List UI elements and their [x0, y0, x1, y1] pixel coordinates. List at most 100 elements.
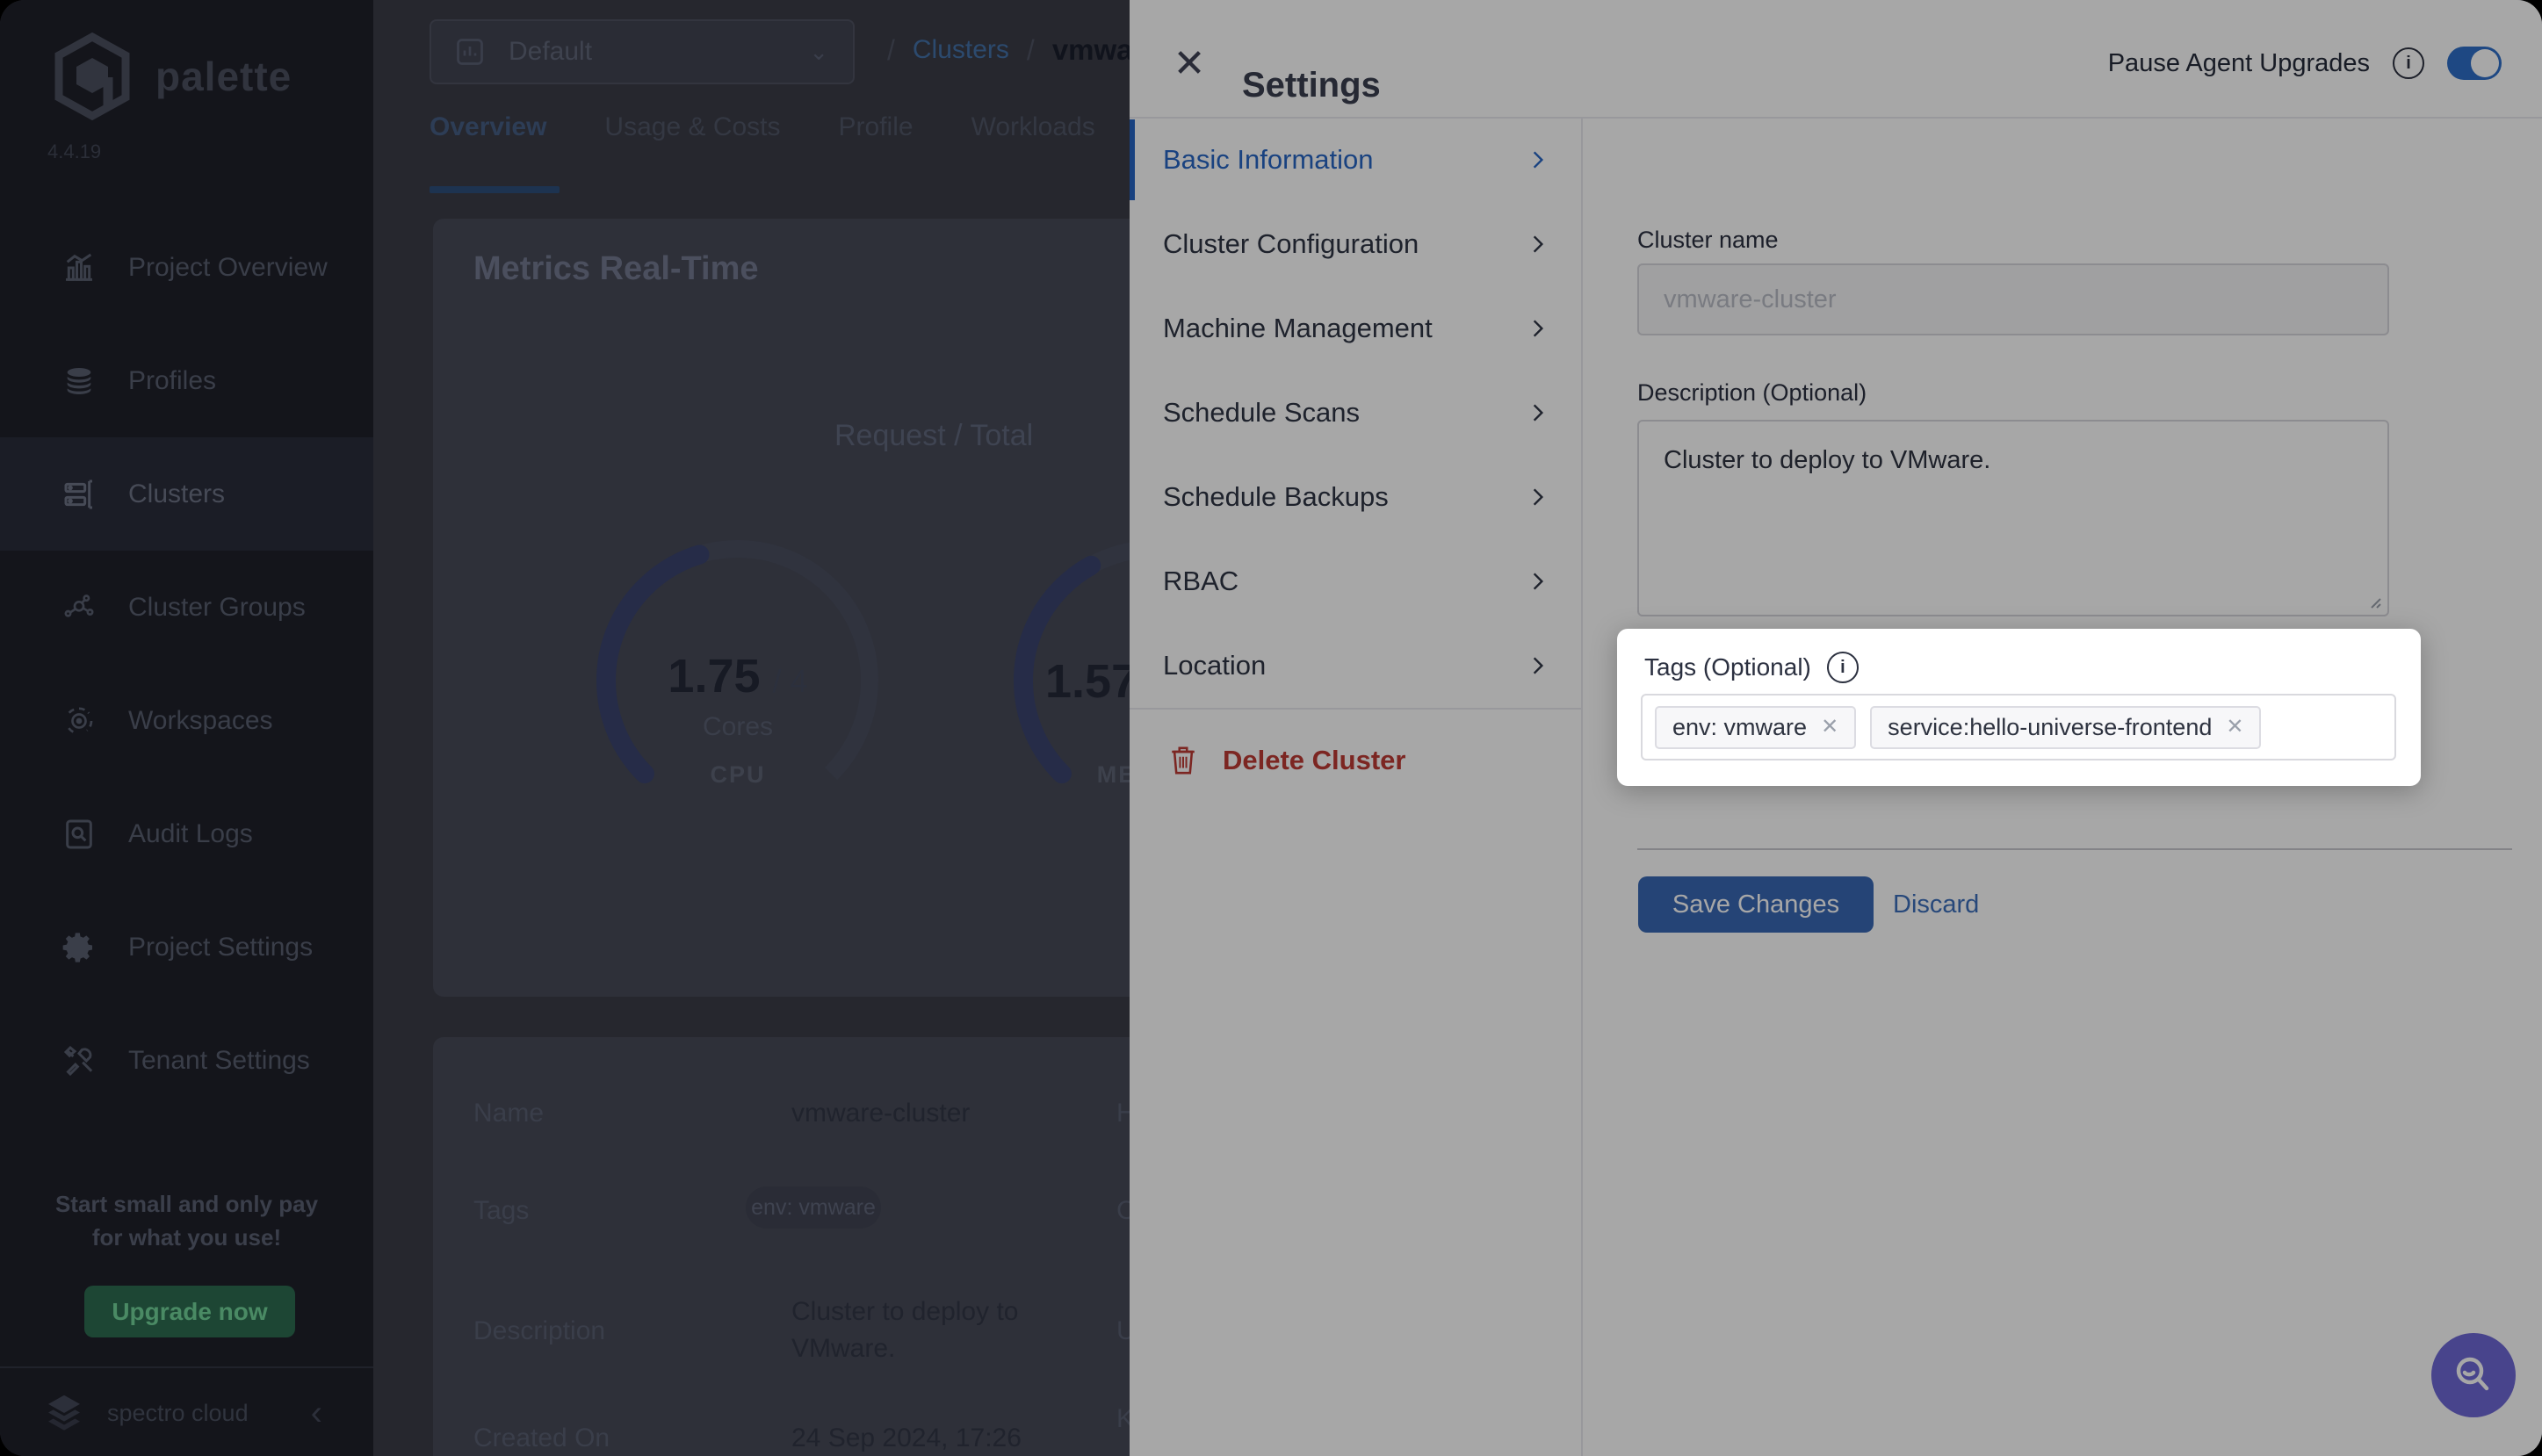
app-version: 4.4.19: [47, 141, 101, 163]
cpu-total: / 4: [773, 663, 808, 700]
tab-usage-costs[interactable]: Usage & Costs: [604, 112, 780, 151]
tag-text: env: vmware: [1672, 714, 1807, 741]
sidebar-item-label: Clusters: [128, 479, 225, 509]
sidebar-item-label: Cluster Groups: [128, 593, 306, 623]
pause-agent-upgrades-row: Pause Agent Upgrades i: [2108, 40, 2502, 86]
project-overview-icon: [61, 250, 97, 285]
sidebar-item-profiles[interactable]: Profiles: [0, 324, 373, 437]
breadcrumb-separator: /: [1027, 34, 1035, 67]
save-changes-button[interactable]: Save Changes: [1638, 876, 1874, 933]
tags-input[interactable]: env: vmware ✕ service:hello-universe-fro…: [1641, 694, 2396, 760]
sidebar-item-project-overview[interactable]: Project Overview: [0, 211, 373, 324]
description-label: Description (Optional): [1637, 379, 1867, 407]
sidebar-item-cluster-groups[interactable]: Cluster Groups: [0, 551, 373, 664]
sidebar-item-workspaces[interactable]: Workspaces: [0, 664, 373, 777]
app-window: palette 4.4.19 Project Overview Profiles…: [0, 0, 2542, 1456]
project-icon: [454, 36, 486, 68]
help-search-fab[interactable]: [2431, 1333, 2516, 1417]
description-textarea[interactable]: Cluster to deploy to VMware.: [1637, 420, 2389, 616]
sidebar-item-audit-logs[interactable]: Audit Logs: [0, 777, 373, 890]
metrics-legend: Request / Total: [834, 419, 1033, 453]
menu-item-schedule-scans[interactable]: Schedule Scans: [1130, 371, 1581, 455]
info-name-value: vmware-cluster: [791, 1099, 970, 1128]
sidebar-item-clusters[interactable]: Clusters: [0, 437, 373, 551]
tag-text: service:hello-universe-frontend: [1888, 714, 2212, 741]
form-divider: [1637, 848, 2512, 850]
chevron-right-icon: [1527, 148, 1549, 171]
spectro-cloud-brand: spectro cloud: [107, 1400, 249, 1427]
remove-tag-icon[interactable]: ✕: [1821, 717, 1838, 738]
menu-section-divider: [1130, 708, 1581, 710]
settings-menu: Basic Information Cluster Configuration …: [1130, 118, 1581, 708]
delete-cluster-label: Delete Cluster: [1223, 745, 1405, 776]
metrics-realtime-card: Metrics Real-Time Request / Total 1.75 /…: [433, 219, 1241, 997]
resize-handle-icon[interactable]: [2366, 594, 2382, 609]
toggle-knob: [2471, 49, 2499, 77]
audit-logs-icon: [61, 817, 97, 852]
brand-name: palette: [155, 53, 292, 100]
info-icon[interactable]: i: [1827, 652, 1859, 683]
menu-item-location[interactable]: Location: [1130, 623, 1581, 708]
project-selector[interactable]: Default ⌄: [430, 19, 855, 84]
info-created-label: Created On: [473, 1424, 610, 1453]
menu-item-schedule-backups[interactable]: Schedule Backups: [1130, 455, 1581, 539]
info-name-label: Name: [473, 1099, 544, 1128]
upgrade-now-button[interactable]: Upgrade now: [84, 1286, 295, 1337]
info-description-line1: Cluster to deploy to: [791, 1297, 1018, 1327]
tab-overview[interactable]: Overview: [430, 112, 546, 151]
chevron-right-icon: [1527, 317, 1549, 340]
chevron-right-icon: [1527, 401, 1549, 424]
tab-profile[interactable]: Profile: [839, 112, 914, 151]
sidebar: palette 4.4.19 Project Overview Profiles…: [0, 0, 373, 1456]
pause-agent-upgrades-toggle[interactable]: [2447, 47, 2502, 80]
sidebar-footer: spectro cloud ‹: [0, 1366, 373, 1456]
cluster-info-card: Name vmware-cluster Tags Description Clu…: [433, 1037, 1241, 1456]
clusters-icon: [61, 477, 97, 512]
delete-cluster-button[interactable]: Delete Cluster: [1168, 731, 1405, 790]
info-icon[interactable]: i: [2393, 47, 2424, 79]
promo-line2: for what you use!: [0, 1221, 373, 1254]
sidebar-item-tenant-settings[interactable]: Tenant Settings: [0, 1004, 373, 1117]
sidebar-nav: Project Overview Profiles Clusters Clust…: [0, 211, 373, 1117]
chevron-right-icon: [1527, 486, 1549, 508]
cpu-value: 1.75: [668, 649, 760, 703]
breadcrumb-clusters-link[interactable]: Clusters: [913, 35, 1009, 65]
remove-tag-icon[interactable]: ✕: [2226, 717, 2243, 738]
chevron-down-icon: ⌄: [809, 39, 828, 66]
project-name: Default: [509, 37, 592, 67]
settings-title: Settings: [1242, 66, 1381, 105]
breadcrumb-separator: /: [887, 34, 895, 67]
memory-value: 1.57: [1045, 654, 1133, 709]
tab-workloads[interactable]: Workloads: [971, 112, 1095, 151]
close-icon[interactable]: ✕: [1165, 39, 1214, 88]
sidebar-item-label: Tenant Settings: [128, 1046, 310, 1076]
brand-logo: palette: [48, 32, 292, 121]
chevron-right-icon: [1527, 570, 1549, 593]
menu-divider-vertical: [1581, 119, 1583, 1456]
profiles-icon: [61, 364, 97, 399]
menu-item-rbac[interactable]: RBAC: [1130, 539, 1581, 623]
cluster-name-input[interactable]: [1637, 263, 2389, 335]
menu-item-cluster-configuration[interactable]: Cluster Configuration: [1130, 202, 1581, 286]
info-tags-label: Tags: [473, 1196, 529, 1226]
metrics-title: Metrics Real-Time: [473, 250, 759, 288]
upgrade-promo: Start small and only pay for what you us…: [0, 1187, 373, 1254]
cpu-label: CPU: [580, 761, 896, 789]
cpu-gauge-value: 1.75 / 4: [580, 649, 896, 707]
cpu-unit: Cores: [580, 712, 896, 742]
sidebar-item-project-settings[interactable]: Project Settings: [0, 890, 373, 1004]
trash-icon: [1168, 744, 1198, 777]
info-created-value: 24 Sep 2024, 17:26: [791, 1424, 1022, 1453]
menu-item-machine-management[interactable]: Machine Management: [1130, 286, 1581, 371]
tags-label: Tags (Optional): [1644, 653, 1811, 681]
info-description-line2: VMware.: [791, 1334, 895, 1364]
sidebar-item-label: Workspaces: [128, 706, 273, 736]
sidebar-item-label: Profiles: [128, 366, 216, 396]
chevron-right-icon: [1527, 233, 1549, 256]
promo-line1: Start small and only pay: [0, 1187, 373, 1221]
sidebar-item-label: Project Settings: [128, 933, 313, 962]
menu-item-basic-information[interactable]: Basic Information: [1130, 118, 1581, 202]
cluster-tabs: Overview Usage & Costs Profile Workloads: [430, 112, 1095, 151]
discard-link[interactable]: Discard: [1893, 890, 1979, 919]
tools-icon: [61, 1043, 97, 1078]
